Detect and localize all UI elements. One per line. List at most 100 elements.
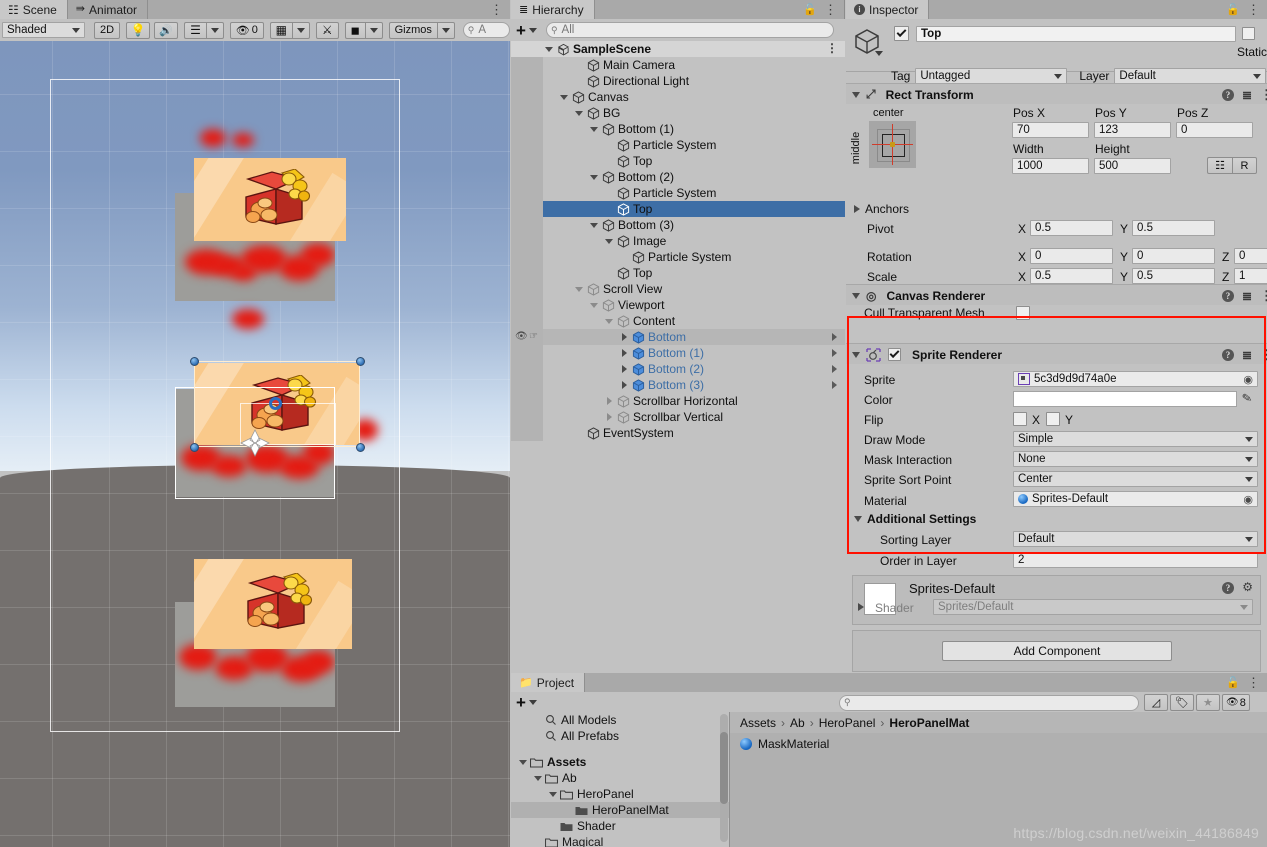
project-folder-item[interactable]: Shader — [511, 818, 729, 834]
search-by-label-button[interactable]: 🏷 — [1169, 694, 1194, 711]
cull-transparent-mesh-checkbox[interactable] — [1016, 306, 1030, 320]
object-picker-icon[interactable]: ◉ — [1243, 493, 1253, 506]
pos-z-input[interactable]: 0 — [1176, 122, 1253, 138]
hierarchy-item[interactable]: Particle System — [511, 137, 845, 153]
help-icon[interactable]: ? — [1222, 582, 1234, 594]
scene-tab-menu[interactable]: ⋮ — [486, 0, 510, 19]
prefab-open-arrow-icon[interactable] — [832, 365, 837, 373]
pivot-y-input[interactable]: 0.5 — [1132, 220, 1215, 236]
lock-icon[interactable]: 🔓 — [1226, 3, 1240, 16]
kebab-icon[interactable]: ⋮ — [826, 41, 838, 55]
chevron-right-icon[interactable] — [618, 365, 630, 373]
shader-dropdown[interactable]: Sprites/Default — [933, 599, 1253, 615]
blueprint-mode-button[interactable]: ☷ — [1207, 157, 1232, 174]
scene-viewport[interactable] — [0, 41, 510, 847]
hidden-assets-button[interactable]: 👁 8 — [1221, 694, 1250, 711]
help-icon[interactable]: ? — [1221, 289, 1234, 302]
object-picker-icon[interactable]: ◉ — [1243, 373, 1253, 386]
hierarchy-item[interactable]: Scroll View — [511, 281, 845, 297]
hierarchy-item[interactable]: EventSystem — [511, 425, 845, 441]
hierarchy-item[interactable]: Particle System — [511, 249, 845, 265]
hierarchy-item[interactable]: Viewport — [511, 297, 845, 313]
hierarchy-item[interactable]: BG — [511, 105, 845, 121]
scale-x-input[interactable]: 0.5 — [1030, 268, 1113, 284]
tab-project[interactable]: 📁 Project — [511, 673, 586, 692]
fx-toggle-button[interactable]: ☰ — [184, 21, 206, 39]
chevron-down-icon[interactable] — [588, 126, 600, 132]
preset-icon[interactable]: ≣ — [1242, 88, 1252, 102]
preset-icon[interactable]: ≣ — [1242, 289, 1252, 303]
project-search-input[interactable]: ⚲ — [838, 694, 1139, 711]
inspector-tab-icons[interactable]: 🔓 ⋮ — [1222, 0, 1267, 19]
hierarchy-item[interactable]: Bottom 👁 ☞ — [511, 329, 845, 345]
gizmos-button[interactable]: Gizmos — [388, 21, 437, 39]
order-in-layer-input[interactable]: 2 — [1013, 552, 1258, 568]
pos-y-input[interactable]: 123 — [1094, 122, 1171, 138]
chevron-down-icon[interactable] — [573, 110, 585, 116]
kebab-icon[interactable]: ⋮ — [824, 2, 837, 18]
hierarchy-item[interactable]: Image — [511, 233, 845, 249]
scale-y-input[interactable]: 0.5 — [1132, 268, 1215, 284]
project-tree-scrollbar[interactable] — [720, 714, 728, 842]
static-dropdown[interactable]: Static — [1237, 45, 1267, 59]
project-item-area[interactable]: MaskMaterial https://blog.csdn.net/weixi… — [730, 733, 1267, 847]
flip-y-checkbox[interactable] — [1046, 412, 1060, 426]
search-by-type-button[interactable]: ◿ — [1143, 694, 1168, 711]
hierarchy-tab-icons[interactable]: 🔓 ⋮ — [799, 0, 844, 19]
project-saved-search[interactable]: All Prefabs — [511, 728, 729, 744]
color-swatch[interactable] — [1013, 391, 1237, 407]
tab-scene[interactable]: ☷ Scene — [0, 0, 68, 19]
hierarchy-item[interactable]: Particle System — [511, 185, 845, 201]
chevron-down-icon[interactable] — [852, 351, 860, 358]
tab-animator[interactable]: ⇛ Animator — [67, 0, 149, 19]
raw-edit-button[interactable]: R — [1232, 157, 1257, 174]
hierarchy-item[interactable]: Top — [511, 153, 845, 169]
chevron-down-icon[interactable] — [875, 51, 883, 56]
sprite-renderer-header[interactable]: Sprite Renderer ? ≣ ⋮ — [846, 343, 1267, 366]
chevron-down-icon[interactable] — [588, 174, 600, 180]
fx-dropdown-button[interactable] — [205, 21, 224, 39]
prefab-open-arrow-icon[interactable] — [832, 349, 837, 357]
hierarchy-item[interactable]: Top — [511, 201, 845, 217]
project-folder-item[interactable]: Assets — [511, 754, 729, 770]
chevron-down-icon[interactable] — [558, 94, 570, 100]
hierarchy-item[interactable]: Top — [511, 265, 845, 281]
lighting-toggle-button[interactable]: 💡 — [126, 21, 151, 39]
rect-transform-header[interactable]: ⤢ Rect Transform ? ≣ ⋮ — [846, 83, 1267, 106]
breadcrumb[interactable]: Assets › Ab › HeroPanel › HeroPanelMat — [740, 716, 969, 730]
project-folder-item[interactable]: HeroPanel — [511, 786, 729, 802]
height-input[interactable]: 500 — [1094, 158, 1171, 174]
project-folder-item[interactable]: Magical — [511, 834, 729, 847]
hierarchy-item[interactable]: Bottom (3) — [511, 217, 845, 233]
width-input[interactable]: 1000 — [1012, 158, 1089, 174]
anchors-foldout[interactable]: Anchors — [854, 202, 909, 216]
chevron-right-icon[interactable] — [618, 381, 630, 389]
add-component-button[interactable]: Add Component — [942, 641, 1172, 661]
canvas-renderer-header[interactable]: ◎ Canvas Renderer ? ≣ ⋮ — [846, 284, 1267, 307]
hierarchy-item[interactable]: Bottom (1) — [511, 345, 845, 361]
gameobject-enabled-checkbox[interactable] — [894, 26, 909, 41]
project-folder-item[interactable]: HeroPanelMat — [511, 802, 729, 818]
hierarchy-item[interactable]: Content — [511, 313, 845, 329]
grid-visibility-button[interactable]: ▦ — [269, 21, 292, 39]
lock-icon[interactable]: 🔓 — [803, 3, 817, 16]
draw-mode-dropdown[interactable]: Simple — [1013, 431, 1258, 447]
toggle-2d-button[interactable]: 2D — [94, 21, 121, 39]
shading-mode-dropdown[interactable]: Shaded — [2, 22, 86, 38]
prefab-open-arrow-icon[interactable] — [832, 381, 837, 389]
flip-x-checkbox[interactable] — [1013, 412, 1027, 426]
kebab-icon[interactable]: ⋮ — [1247, 675, 1260, 691]
chevron-down-icon[interactable] — [588, 302, 600, 308]
scene-search-input[interactable]: ⚲ A — [462, 22, 510, 38]
gear-icon[interactable]: ⚙ — [1242, 580, 1253, 594]
breadcrumb-item-3[interactable]: HeroPanelMat — [889, 716, 969, 730]
lock-icon[interactable]: 🔓 — [1226, 676, 1240, 689]
scene-tools-button[interactable]: ⚔ — [315, 21, 339, 39]
kebab-icon[interactable]: ⋮ — [1247, 2, 1260, 18]
mask-interaction-dropdown[interactable]: None — [1013, 451, 1258, 467]
preset-icon[interactable]: ≣ — [1242, 348, 1252, 362]
project-saved-search[interactable]: All Models — [511, 712, 729, 728]
rotation-x-input[interactable]: 0 — [1030, 248, 1113, 264]
additional-settings-foldout[interactable]: Additional Settings — [854, 512, 976, 526]
chevron-down-icon[interactable] — [517, 759, 528, 765]
